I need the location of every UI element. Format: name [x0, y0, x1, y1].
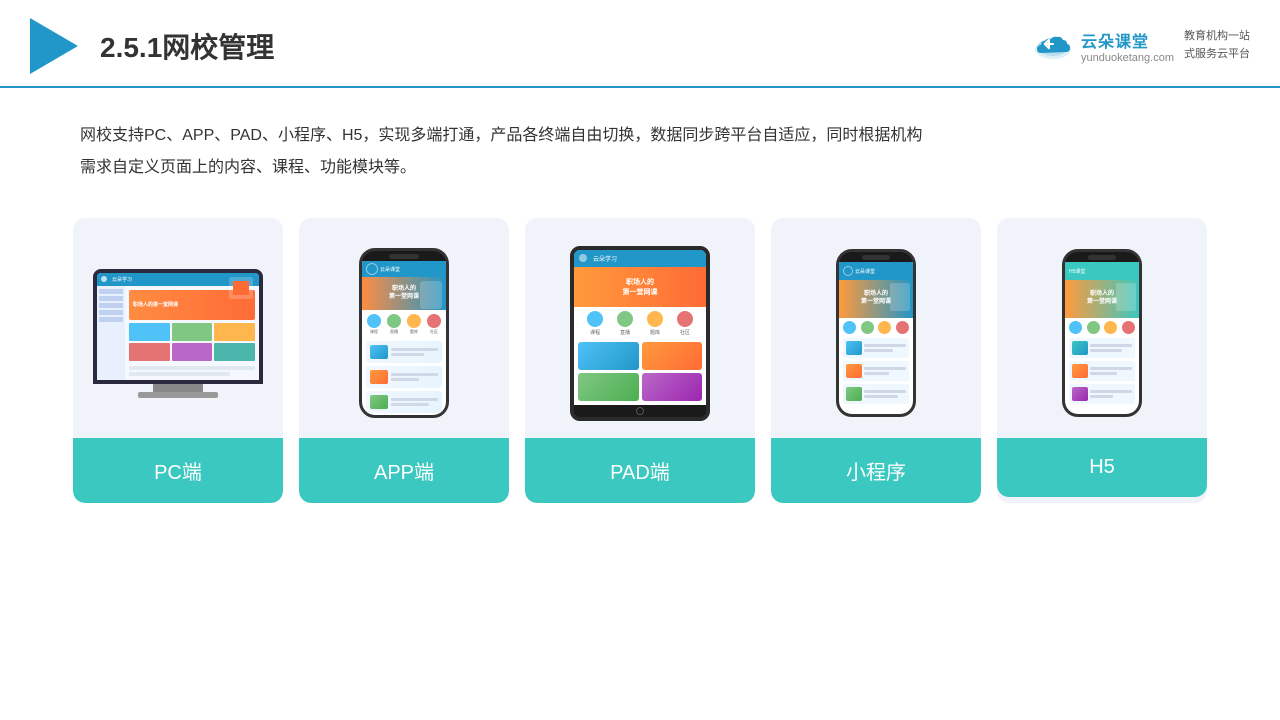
- card-pc-label: PC端: [73, 438, 283, 503]
- card-miniapp: 云朵课堂 职场人的第一堂网课: [771, 218, 981, 503]
- card-app-label: APP端: [299, 438, 509, 503]
- cards-container: 云朵学习 职场人的: [0, 208, 1280, 533]
- brand-logo: 堂 云朵课堂 yunduoketang.com 教育机构一站式服务云平台: [1031, 28, 1250, 64]
- miniapp-image-area: 云朵课堂 职场人的第一堂网课: [771, 218, 981, 438]
- pad-image-area: 云朵学习 职场人的第一堂网课 课程: [525, 218, 755, 438]
- description-text: 网校支持PC、APP、PAD、小程序、H5，实现多端打通，产品各终端自由切换，数…: [0, 88, 1280, 208]
- brand-tagline: 教育机构一站式服务云平台: [1184, 28, 1250, 63]
- card-pad: 云朵学习 职场人的第一堂网课 课程: [525, 218, 755, 503]
- brand-area: 堂 云朵课堂 yunduoketang.com 教育机构一站式服务云平台: [1031, 28, 1250, 64]
- miniapp-phone: 云朵课堂 职场人的第一堂网课: [836, 249, 916, 417]
- app-image-area: 云朵课堂 职场人的第一堂网课 课程 直播: [299, 218, 509, 438]
- card-pad-label: PAD端: [525, 438, 755, 503]
- card-app: 云朵课堂 职场人的第一堂网课 课程 直播: [299, 218, 509, 503]
- svg-text:堂: 堂: [1059, 43, 1067, 53]
- h5-phone: H5课堂 职场人的第一堂网课: [1062, 249, 1142, 417]
- monitor-screen: 云朵学习 职场人的: [97, 273, 259, 380]
- card-h5-label: H5: [997, 438, 1207, 497]
- pc-monitor: 云朵学习 职场人的: [93, 269, 263, 398]
- header-left: 2.5.1网校管理: [30, 18, 274, 74]
- pc-image-area: 云朵学习 职场人的: [73, 218, 283, 438]
- logo-triangle-icon: [30, 18, 78, 74]
- card-pc: 云朵学习 职场人的: [73, 218, 283, 503]
- brand-name: 云朵课堂 yunduoketang.com: [1081, 28, 1174, 64]
- pad-tablet: 云朵学习 职场人的第一堂网课 课程: [570, 246, 710, 421]
- card-miniapp-label: 小程序: [771, 438, 981, 503]
- header: 2.5.1网校管理 堂 云朵课堂 yunduoketang.: [0, 0, 1280, 88]
- page-title: 2.5.1网校管理: [100, 26, 274, 66]
- cloud-icon: 堂: [1031, 31, 1075, 61]
- card-h5: H5课堂 职场人的第一堂网课: [997, 218, 1207, 503]
- monitor-frame: 云朵学习 职场人的: [93, 269, 263, 384]
- app-phone: 云朵课堂 职场人的第一堂网课 课程 直播: [359, 248, 449, 418]
- h5-image-area: H5课堂 职场人的第一堂网课: [997, 218, 1207, 438]
